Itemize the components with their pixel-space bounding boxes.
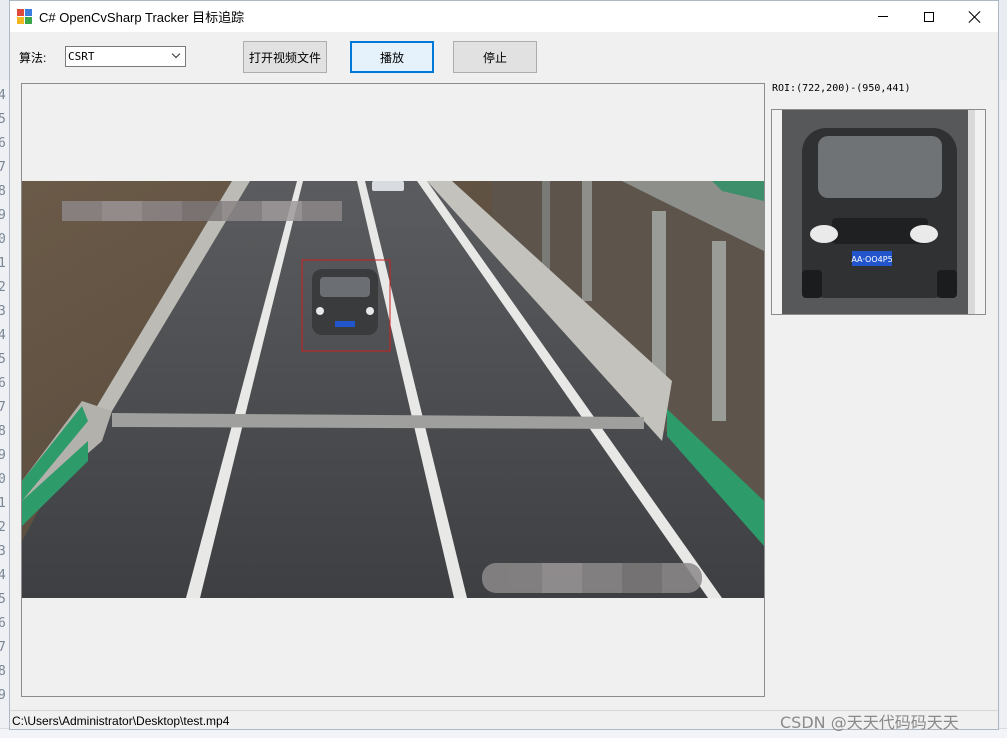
open-video-button[interactable]: 打开视频文件 xyxy=(243,41,327,73)
roi-preview-image: AA·OO4P5 xyxy=(772,110,985,314)
algorithm-label: 算法: xyxy=(19,51,47,65)
close-button[interactable] xyxy=(952,1,998,32)
stop-button[interactable]: 停止 xyxy=(453,41,537,73)
algorithm-select[interactable]: CSRT xyxy=(65,46,186,67)
maximize-icon xyxy=(924,11,934,22)
minimize-icon xyxy=(878,16,888,17)
background-editor-right xyxy=(1000,80,1007,738)
play-button[interactable]: 播放 xyxy=(350,41,434,73)
tracker-window: C# OpenCvSharp Tracker 目标追踪 算法: CSRT 打开视… xyxy=(9,0,999,730)
roi-coordinates: ROI:(722,200)-(950,441) xyxy=(772,83,911,94)
title-bar[interactable]: C# OpenCvSharp Tracker 目标追踪 xyxy=(10,1,998,32)
roi-preview-picturebox: AA·OO4P5 xyxy=(771,109,986,315)
window-title: C# OpenCvSharp Tracker 目标追踪 xyxy=(39,10,245,25)
app-icon xyxy=(17,8,33,25)
close-icon xyxy=(969,11,981,23)
minimize-button[interactable] xyxy=(860,1,906,32)
algorithm-select-value: CSRT xyxy=(68,50,95,63)
csdn-watermark: CSDN @天天代码码天天 xyxy=(780,713,959,732)
status-file-path: C:\Users\Administrator\Desktop\test.mp4 xyxy=(12,714,230,728)
roi-plate-text: AA·OO4P5 xyxy=(851,255,892,264)
video-picturebox xyxy=(21,83,765,697)
chevron-down-icon[interactable] xyxy=(169,47,185,66)
maximize-button[interactable] xyxy=(906,1,952,32)
background-editor-gutter: 456 789 012 345 678 901 234 567 89 xyxy=(0,80,9,738)
video-frame xyxy=(22,181,764,598)
